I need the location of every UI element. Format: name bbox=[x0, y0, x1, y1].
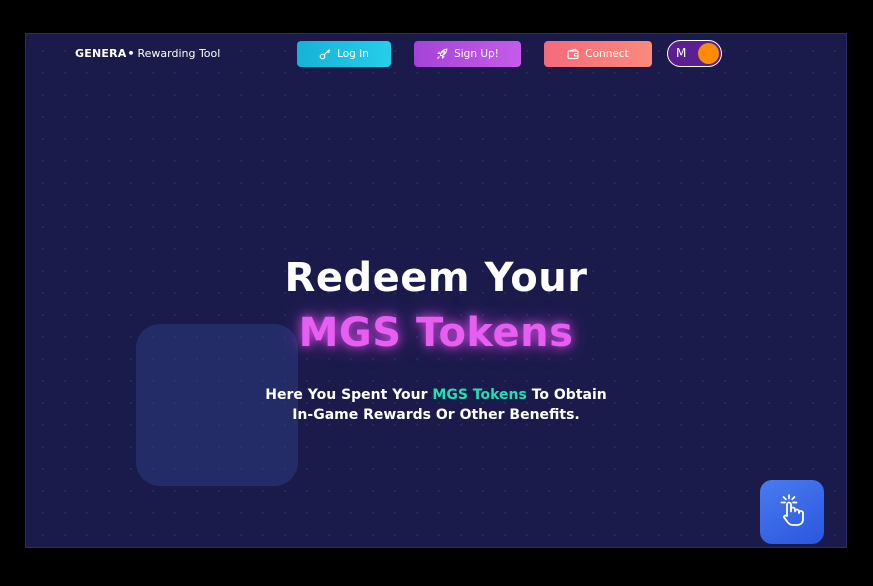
tap-action-button[interactable] bbox=[760, 480, 824, 544]
brand-separator: • bbox=[127, 47, 135, 60]
hero-subtitle-line2: In-Game Rewards Or Other Benefits. bbox=[292, 407, 580, 423]
subtitle-prefix: Here You Spent Your bbox=[265, 387, 433, 403]
brand-logo[interactable]: GENERA• Rewarding Tool bbox=[75, 47, 220, 61]
subtitle-suffix: To Obtain bbox=[526, 387, 607, 403]
device-frame: GENERA• Rewarding Tool Log In Sign Up! C… bbox=[0, 0, 873, 586]
hero-title: Redeem Your bbox=[284, 255, 588, 301]
tap-hand-icon bbox=[776, 493, 808, 531]
login-label: Log In bbox=[337, 48, 369, 60]
login-button[interactable]: Log In bbox=[297, 41, 391, 67]
theme-toggle[interactable]: M bbox=[667, 40, 722, 67]
signup-button[interactable]: Sign Up! bbox=[414, 41, 521, 67]
rocket-icon bbox=[436, 48, 448, 60]
hero-subtitle: Here You Spent Your MGS Tokens To Obtain… bbox=[26, 385, 846, 425]
brand-name: GENERA bbox=[75, 47, 127, 60]
brand-tagline: Rewarding Tool bbox=[137, 47, 221, 60]
toggle-letter: M bbox=[676, 46, 687, 60]
signup-label: Sign Up! bbox=[454, 48, 499, 60]
hero-subtitle-line1: Here You Spent Your MGS Tokens To Obtain bbox=[26, 385, 846, 405]
hero-title-accent: MGS Tokens bbox=[298, 310, 574, 356]
connect-label: Connect bbox=[585, 48, 629, 60]
connect-button[interactable]: Connect bbox=[544, 41, 652, 67]
key-icon bbox=[319, 48, 331, 60]
toggle-knob[interactable] bbox=[698, 43, 719, 64]
wallet-icon bbox=[567, 48, 579, 60]
subtitle-highlight: MGS Tokens bbox=[432, 387, 527, 403]
app-screen: GENERA• Rewarding Tool Log In Sign Up! C… bbox=[26, 34, 846, 547]
